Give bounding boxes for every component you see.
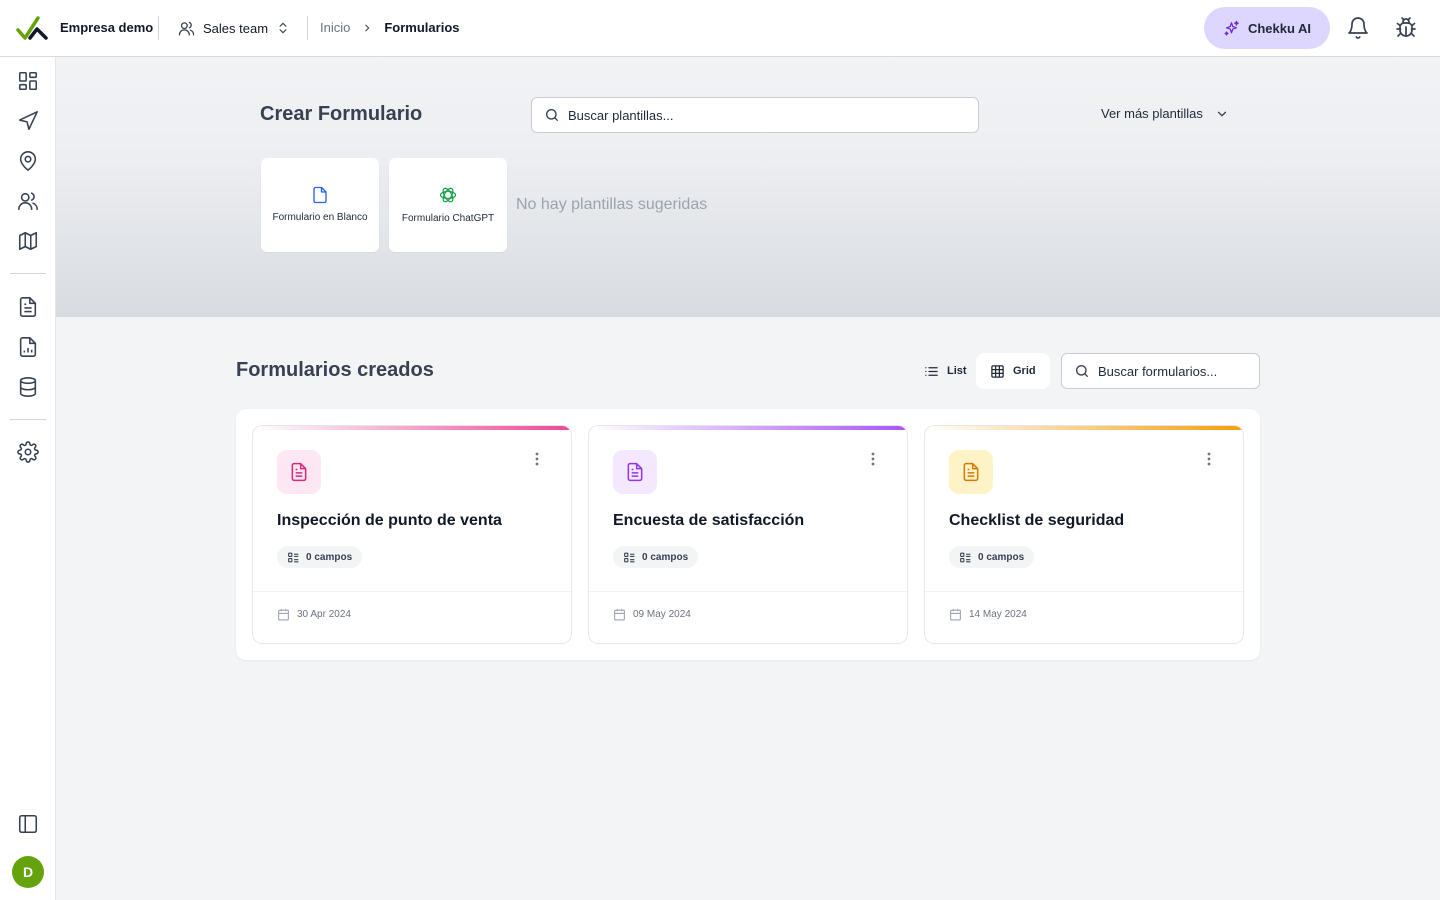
more-templates-button[interactable]: Ver más plantillas xyxy=(1101,106,1229,121)
create-form-section: Crear Formulario Ver más plantillas Form… xyxy=(56,57,1440,317)
chevron-down-icon xyxy=(1217,111,1227,117)
file-text-icon xyxy=(963,462,979,482)
form-date: 14 May 2024 xyxy=(949,608,1027,621)
page-title: Crear Formulario xyxy=(260,103,423,125)
breadcrumb-home[interactable]: Inicio xyxy=(320,20,350,36)
form-title: Encuesta de satisfacción xyxy=(613,512,805,529)
card-accent-bar xyxy=(589,426,907,430)
card-divider xyxy=(253,591,571,592)
no-templates-message: No hay plantillas sugeridas xyxy=(516,196,708,213)
location-pin-icon[interactable] xyxy=(17,150,39,172)
more-options-icon[interactable] xyxy=(1199,449,1219,469)
form-date-text: 30 Apr 2024 xyxy=(297,609,351,620)
template-search-input[interactable] xyxy=(568,107,937,123)
more-options-icon[interactable] xyxy=(527,449,547,469)
openai-icon xyxy=(439,187,457,203)
more-options-icon[interactable] xyxy=(863,449,883,469)
section-title: Formularios creados xyxy=(236,359,434,381)
send-icon[interactable] xyxy=(17,110,39,132)
calendar-icon xyxy=(950,609,961,621)
report-icon[interactable] xyxy=(17,336,39,358)
fields-count-badge: 0 campos xyxy=(277,546,363,568)
forms-search-input[interactable] xyxy=(1098,363,1256,379)
breadcrumb: Inicio Formularios xyxy=(320,20,459,36)
more-templates-label: Ver más plantillas xyxy=(1101,106,1203,121)
company-name[interactable]: Empresa demo xyxy=(60,20,153,36)
fields-list-icon xyxy=(624,552,635,562)
dashboard-icon[interactable] xyxy=(17,70,39,92)
sparkles-icon xyxy=(1224,20,1239,36)
grid-view-button[interactable]: Grid xyxy=(976,353,1050,389)
users-icon xyxy=(178,21,195,36)
chatgpt-form-card[interactable]: Formulario ChatGPT xyxy=(389,158,507,252)
form-card[interactable]: Inspección de punto de venta 0 campos 30… xyxy=(252,425,572,644)
map-icon[interactable] xyxy=(17,230,39,252)
sidebar-divider xyxy=(10,419,46,420)
top-bar: Empresa demo Sales team Inicio Formulari… xyxy=(0,0,1440,57)
card-accent-bar xyxy=(925,426,1243,430)
grid-icon xyxy=(991,364,1004,378)
list-view-button[interactable]: List xyxy=(910,353,981,389)
form-card[interactable]: Checklist de seguridad 0 campos 14 May 2… xyxy=(924,425,1244,644)
file-icon xyxy=(313,186,327,204)
chevron-right-icon xyxy=(365,24,370,32)
form-date-text: 09 May 2024 xyxy=(633,609,691,620)
grid-view-label: Grid xyxy=(1013,365,1036,377)
bug-icon[interactable] xyxy=(1394,16,1418,40)
chevron-up-down-icon xyxy=(279,22,287,34)
fields-count-badge: 0 campos xyxy=(613,546,699,568)
card-divider xyxy=(589,591,907,592)
header-divider xyxy=(307,16,308,40)
document-icon[interactable] xyxy=(17,296,39,318)
chekku-ai-label: Chekku AI xyxy=(1247,20,1312,36)
template-search xyxy=(531,97,979,133)
search-icon xyxy=(1076,365,1088,377)
form-icon-tile xyxy=(949,450,993,494)
form-date: 30 Apr 2024 xyxy=(277,608,351,621)
bell-icon[interactable] xyxy=(1346,16,1370,40)
fields-list-icon xyxy=(960,552,971,562)
form-icon-tile xyxy=(613,450,657,494)
calendar-icon xyxy=(278,609,289,621)
logo-icon[interactable] xyxy=(16,14,48,42)
form-date: 09 May 2024 xyxy=(613,608,691,621)
panel-toggle-icon[interactable] xyxy=(17,813,39,835)
form-icon-tile xyxy=(277,450,321,494)
card-divider xyxy=(925,591,1243,592)
database-icon[interactable] xyxy=(17,376,39,398)
list-view-label: List xyxy=(947,365,967,377)
search-icon xyxy=(546,109,558,121)
card-accent-bar xyxy=(253,426,571,430)
fields-count-badge: 0 campos xyxy=(949,546,1035,568)
team-label: Sales team xyxy=(203,20,269,36)
fields-count: 0 campos xyxy=(978,551,1025,563)
calendar-icon xyxy=(614,609,625,621)
fields-count: 0 campos xyxy=(642,551,689,563)
settings-icon[interactable] xyxy=(17,441,39,463)
fields-list-icon xyxy=(288,552,299,562)
file-text-icon xyxy=(291,462,307,482)
list-icon xyxy=(925,366,938,376)
form-date-text: 14 May 2024 xyxy=(969,609,1027,620)
chatgpt-form-label: Formulario ChatGPT xyxy=(401,213,495,224)
form-title: Checklist de seguridad xyxy=(949,512,1125,529)
form-title: Inspección de punto de venta xyxy=(277,512,502,529)
sidebar-divider xyxy=(10,273,46,274)
file-text-icon xyxy=(627,462,643,482)
team-selector[interactable]: Sales team xyxy=(170,12,298,44)
forms-grid: Inspección de punto de venta 0 campos 30… xyxy=(236,409,1260,660)
fields-count: 0 campos xyxy=(306,551,353,563)
chekku-ai-button[interactable]: Chekku AI xyxy=(1204,7,1330,49)
users-icon[interactable] xyxy=(17,190,39,212)
form-card[interactable]: Encuesta de satisfacción 0 campos 09 May… xyxy=(588,425,908,644)
header-divider xyxy=(158,16,159,40)
avatar[interactable]: D xyxy=(12,856,44,888)
forms-search xyxy=(1061,353,1260,389)
sidebar: D xyxy=(0,57,56,900)
blank-form-card[interactable]: Formulario en Blanco xyxy=(261,158,379,252)
blank-form-label: Formulario en Blanco xyxy=(272,212,368,223)
breadcrumb-current: Formularios xyxy=(384,20,460,35)
